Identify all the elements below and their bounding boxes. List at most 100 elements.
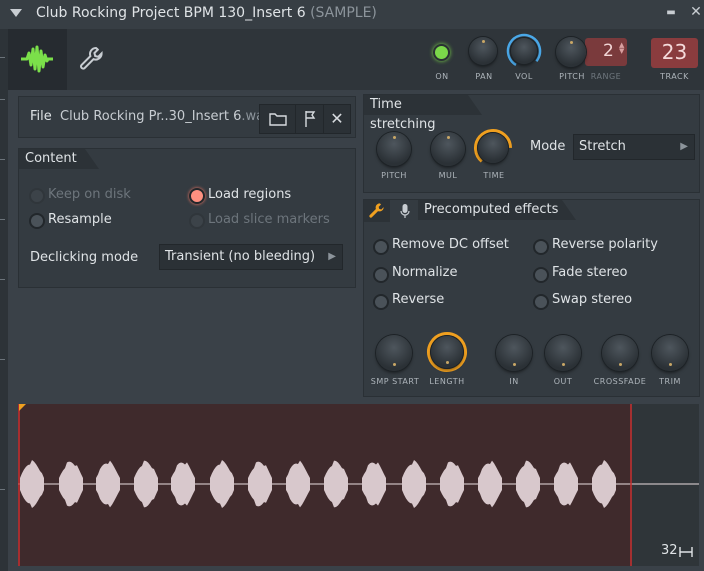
waveform-view[interactable]: 32 xyxy=(18,404,699,566)
load-regions-radio[interactable] xyxy=(189,188,205,204)
window-title-main: Club Rocking Project BPM 130_Insert 6 xyxy=(36,5,306,21)
pitch-range-display[interactable]: 2 ▲ ▼ xyxy=(585,38,627,66)
microphone-icon[interactable] xyxy=(400,203,410,219)
waveform-burst xyxy=(324,460,348,508)
crossfade-knob[interactable] xyxy=(602,335,638,371)
close-x-icon: ✕ xyxy=(330,109,344,128)
open-file-button[interactable] xyxy=(259,104,297,134)
zoom-range-icon[interactable] xyxy=(679,546,693,558)
mic-glyph xyxy=(400,204,410,218)
load-slice-markers-radio[interactable] xyxy=(189,213,205,229)
waveform-burst xyxy=(96,460,120,508)
pitch-knob[interactable] xyxy=(556,37,586,67)
ts-mul-label: MUL xyxy=(438,171,458,180)
track-display[interactable]: 23 xyxy=(651,38,698,68)
crossfade-label: CROSSFADE xyxy=(593,377,647,386)
resample-radio[interactable] xyxy=(29,213,45,229)
left-edge-strip xyxy=(0,29,8,571)
time-stretching-title-tab: Time stretching xyxy=(364,95,482,132)
out-label: OUT xyxy=(553,377,573,386)
in-label: IN xyxy=(509,377,519,386)
swap-stereo-radio[interactable] xyxy=(533,294,549,310)
chevron-right-icon: ▶ xyxy=(328,251,336,262)
ts-pitch-knob[interactable] xyxy=(377,132,411,166)
remove-dc-offset-radio[interactable] xyxy=(373,239,389,255)
window-menu-arrow-icon[interactable] xyxy=(10,9,22,17)
length-label: LENGTH xyxy=(429,377,465,386)
channel-on-led[interactable] xyxy=(433,44,450,61)
ts-time-knob[interactable] xyxy=(473,128,513,168)
precomputed-title: Precomputed effects xyxy=(424,202,559,217)
waveform-burst xyxy=(20,460,44,508)
resample-label: Resample xyxy=(48,212,112,227)
precomputed-title-tab: Precomputed effects xyxy=(418,200,576,220)
zoom-value[interactable]: 32 xyxy=(661,543,678,558)
flag-icon xyxy=(305,111,316,127)
normalize-radio[interactable] xyxy=(373,267,389,283)
file-panel: File Club Rocking Pr..30_Insert 6.wav ✕ xyxy=(18,96,356,138)
content-title: Content xyxy=(25,151,77,166)
title-bar[interactable]: Club Rocking Project BPM 130_Insert 6 (S… xyxy=(0,0,704,30)
ts-time-knob-cap xyxy=(478,133,508,163)
tab-misc-functions[interactable] xyxy=(67,29,117,90)
vol-label: VOL xyxy=(515,72,533,81)
declicking-mode-dropdown[interactable]: Transient (no bleeding) ▶ xyxy=(159,244,343,270)
fade-stereo-radio[interactable] xyxy=(533,267,549,283)
trim-knob[interactable] xyxy=(652,335,688,371)
volume-knob[interactable] xyxy=(506,33,542,69)
ts-mul-knob[interactable] xyxy=(431,132,465,166)
pitch-label: PITCH xyxy=(559,72,585,81)
ts-time-label: TIME xyxy=(483,171,505,180)
browse-file-button[interactable] xyxy=(295,104,325,134)
in-knob[interactable] xyxy=(496,335,532,371)
file-name[interactable]: Club Rocking Pr..30_Insert 6.wav xyxy=(60,109,272,124)
content-panel: Content Keep on disk Load regions Resamp… xyxy=(18,148,356,288)
waveform-burst xyxy=(248,461,272,507)
time-stretching-title: Time stretching xyxy=(370,97,436,132)
smp-start-label: SMP START xyxy=(370,377,420,386)
reverse-radio[interactable] xyxy=(373,294,389,310)
wrench-icon xyxy=(369,203,384,218)
reverse-label: Reverse xyxy=(392,292,445,307)
declicking-mode-label: Declicking mode xyxy=(30,250,139,265)
window-title: Club Rocking Project BPM 130_Insert 6 (S… xyxy=(36,5,377,21)
load-regions-label: Load regions xyxy=(208,187,292,202)
start-marker-flag xyxy=(19,404,26,411)
stretch-mode-dropdown[interactable]: Stretch ▶ xyxy=(573,134,695,160)
out-knob[interactable] xyxy=(545,335,581,371)
mode-label: Mode xyxy=(530,139,566,154)
keep-on-disk-label: Keep on disk xyxy=(48,187,131,202)
reverse-polarity-label: Reverse polarity xyxy=(552,237,658,252)
ts-pitch-label: PITCH xyxy=(381,171,407,180)
waveform-burst xyxy=(402,460,426,508)
minimize-icon[interactable]: ▬ xyxy=(663,7,679,25)
waveform-burst xyxy=(362,462,386,506)
file-label: File xyxy=(30,109,52,124)
trim-label: TRIM xyxy=(659,377,681,386)
smp-start-knob[interactable] xyxy=(376,335,412,371)
time-stretching-panel: Time stretching PITCH MUL TIME Mode Stre… xyxy=(363,94,700,193)
keep-on-disk-radio[interactable] xyxy=(29,188,45,204)
range-value: 2 xyxy=(603,41,614,61)
clear-file-button[interactable]: ✕ xyxy=(323,104,351,134)
on-label: ON xyxy=(435,72,449,81)
chevron-right-icon: ▶ xyxy=(680,141,688,152)
file-name-base: Club Rocking Pr..30_Insert 6 xyxy=(60,109,242,124)
waveform-burst xyxy=(592,460,616,508)
length-knob-cap xyxy=(431,336,463,368)
precomputed-wrench-button[interactable] xyxy=(364,200,390,222)
remove-dc-offset-label: Remove DC offset xyxy=(392,237,509,252)
pan-knob[interactable] xyxy=(469,37,497,65)
close-icon[interactable]: ✕ xyxy=(688,4,704,22)
waveform-burst xyxy=(59,461,83,507)
load-slice-markers-label: Load slice markers xyxy=(208,212,330,227)
waveform-burst xyxy=(286,460,310,508)
tab-sample-settings[interactable] xyxy=(8,29,67,90)
range-arrows-icon: ▲ ▼ xyxy=(619,41,625,55)
declicking-mode-value: Transient (no bleeding) xyxy=(165,249,316,264)
waveform-burst xyxy=(440,461,464,507)
waveform-burst xyxy=(554,462,578,506)
waveform-burst xyxy=(171,462,195,506)
length-knob[interactable] xyxy=(426,331,468,373)
reverse-polarity-radio[interactable] xyxy=(533,239,549,255)
